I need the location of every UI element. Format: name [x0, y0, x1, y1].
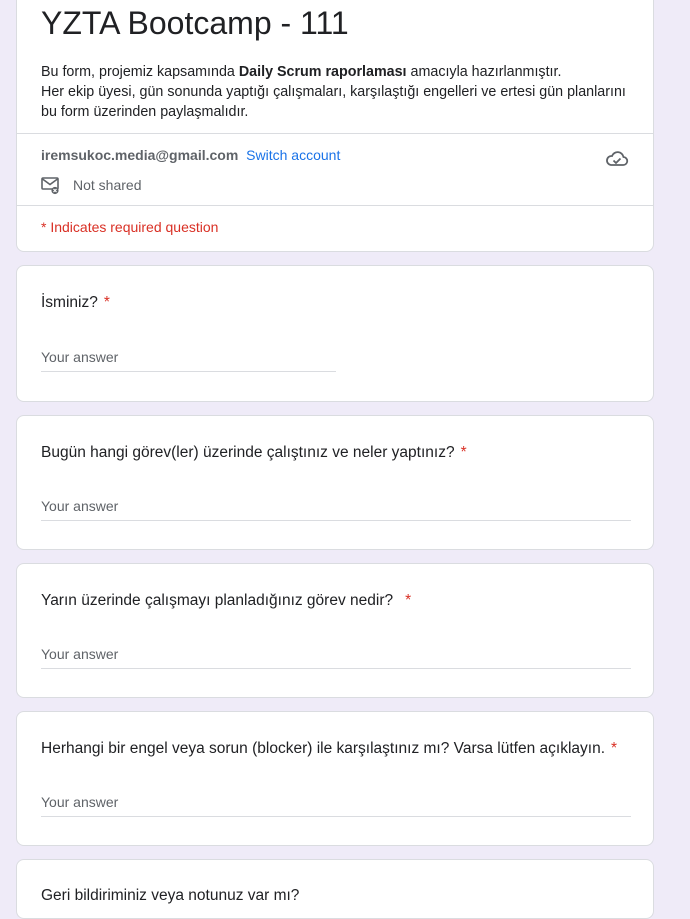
answer-input-1[interactable]: [41, 349, 336, 372]
required-note: * Indicates required question: [41, 219, 219, 235]
answer-input-3[interactable]: [41, 646, 631, 669]
required-star: *: [611, 740, 618, 757]
required-star: *: [460, 444, 467, 461]
shared-status-row: Not shared: [41, 175, 141, 195]
question-label-3: Yarın üzerinde çalışmayı planladığınız g…: [41, 592, 411, 610]
question-card-5: Geri bildiriminiz veya notunuz var mı?: [16, 859, 654, 919]
cloud-save-icon[interactable]: [605, 148, 629, 168]
answer-input-2[interactable]: [41, 498, 631, 521]
required-star: *: [405, 592, 412, 609]
shared-status-text: Not shared: [73, 177, 142, 193]
answer-input-4[interactable]: [41, 794, 631, 817]
question-text: Bugün hangi görev(ler) üzerinde çalıştın…: [41, 444, 455, 461]
description-text-3: Her ekip üyesi, gün sonunda yaptığı çalı…: [41, 84, 626, 120]
description-text-1: Bu form, projemiz kapsamında: [41, 64, 239, 80]
question-card-1: İsminiz? *: [16, 265, 654, 402]
form-title: YZTA Bootcamp - 111: [41, 5, 349, 41]
account-row: iremsukoc.media@gmail.com Switch account: [41, 147, 340, 163]
question-label-5: Geri bildiriminiz veya notunuz var mı?: [41, 887, 299, 905]
header-divider-1: [17, 133, 653, 134]
question-card-2: Bugün hangi görev(ler) üzerinde çalıştın…: [16, 415, 654, 550]
required-star: *: [103, 294, 110, 311]
question-text: Herhangi bir engel veya sorun (blocker) …: [41, 740, 605, 757]
question-card-3: Yarın üzerinde çalışmayı planladığınız g…: [16, 563, 654, 698]
question-text: İsminiz?: [41, 294, 98, 311]
form-header-card: YZTA Bootcamp - 111 Bu form, projemiz ka…: [16, 0, 654, 252]
question-text: Geri bildiriminiz veya notunuz var mı?: [41, 887, 300, 904]
form-description: Bu form, projemiz kapsamında Daily Scrum…: [41, 62, 631, 122]
description-text-2: amacıyla hazırlanmıştır.: [406, 64, 562, 80]
question-card-4: Herhangi bir engel veya sorun (blocker) …: [16, 711, 654, 846]
description-bold: Daily Scrum raporlaması: [238, 64, 407, 80]
account-email: iremsukoc.media@gmail.com: [41, 147, 239, 163]
mail-not-shared-icon: [41, 177, 59, 195]
question-label-2: Bugün hangi görev(ler) üzerinde çalıştın…: [41, 444, 467, 462]
switch-account-link[interactable]: Switch account: [246, 147, 340, 163]
question-text: Yarın üzerinde çalışmayı planladığınız g…: [41, 592, 394, 609]
question-label-4: Herhangi bir engel veya sorun (blocker) …: [41, 740, 617, 758]
header-divider-2: [17, 205, 653, 206]
question-label-1: İsminiz? *: [41, 294, 110, 312]
